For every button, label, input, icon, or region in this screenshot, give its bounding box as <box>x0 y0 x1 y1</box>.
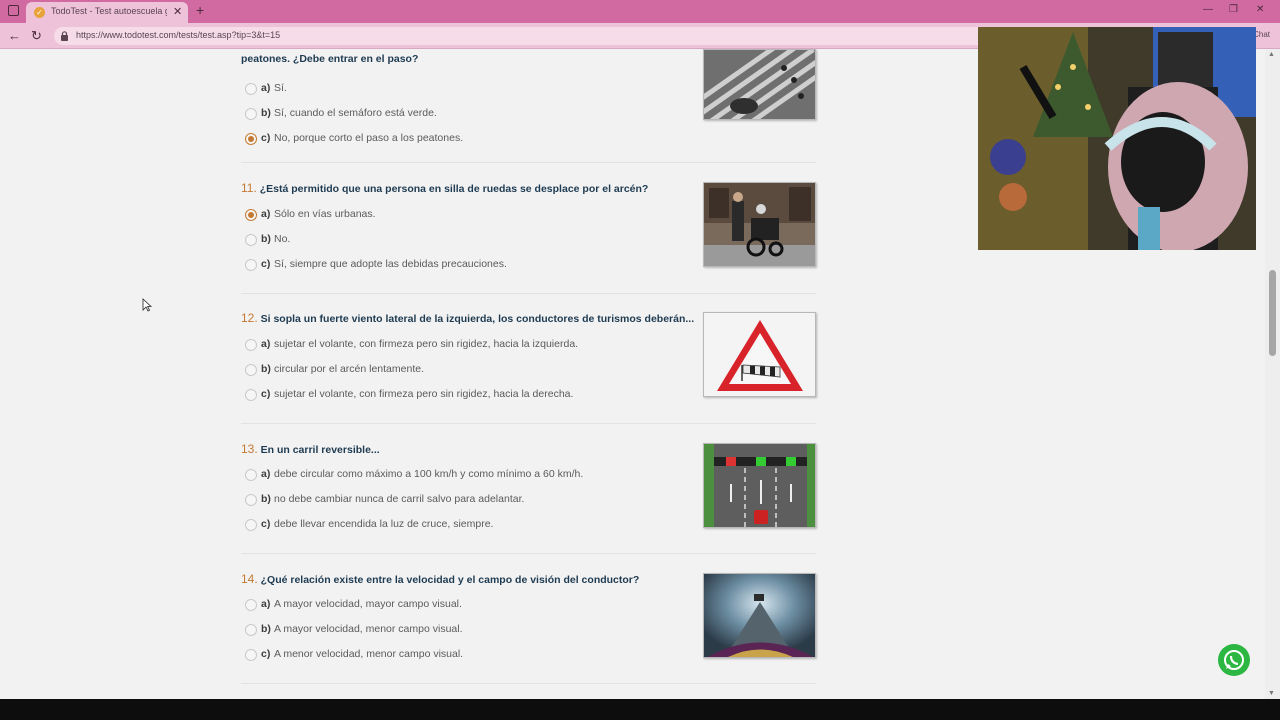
question-number: 13. <box>241 442 258 456</box>
pedestrian-crossing-image <box>703 49 816 120</box>
answer-text: Sólo en vías urbanas. <box>274 208 376 220</box>
radio-button-selected[interactable] <box>245 133 257 145</box>
divider <box>241 162 816 163</box>
crosswind-sign-image <box>703 312 816 397</box>
answer-text: circular por el arcén lentamente. <box>274 363 424 375</box>
divider <box>241 553 816 554</box>
answer-letter: b) <box>261 363 271 375</box>
radio-button[interactable] <box>245 339 257 351</box>
radio-button[interactable] <box>245 83 257 95</box>
answer-text: No. <box>274 233 291 245</box>
answer-text: sujetar el volante, con firmeza pero sin… <box>274 338 579 350</box>
new-tab-button[interactable]: + <box>196 2 204 18</box>
answer-text: Sí. <box>274 82 287 94</box>
browser-tab[interactable]: ✓ TodoTest - Test autoescuela gratis ✕ <box>26 2 188 23</box>
answer-text: Sí, cuando el semáforo está verde. <box>274 107 437 119</box>
answer-letter: b) <box>261 107 271 119</box>
question-text: Si sopla un fuerte viento lateral de la … <box>260 313 695 325</box>
scroll-thumb[interactable] <box>1269 270 1276 356</box>
radio-button[interactable] <box>245 649 257 661</box>
radio-button[interactable] <box>245 624 257 636</box>
question-heading: 14. ¿Qué relación existe entre la veloci… <box>241 572 639 586</box>
webcam-overlay <box>978 27 1256 250</box>
url-text: https://www.todotest.com/tests/test.asp?… <box>76 30 281 40</box>
answer-letter: a) <box>261 82 271 94</box>
scroll-up-arrow-icon[interactable]: ▲ <box>1268 51 1275 58</box>
answer-text: Sí, siempre que adopte las debidas preca… <box>274 258 507 270</box>
radio-button[interactable] <box>245 389 257 401</box>
answer-text: A mayor velocidad, mayor campo visual. <box>274 598 462 610</box>
question-number: 11. <box>241 181 257 195</box>
close-tab-icon[interactable]: ✕ <box>173 5 182 18</box>
divider <box>241 293 816 294</box>
answer-letter: c) <box>261 648 271 660</box>
bottom-bar <box>0 699 1280 720</box>
question-text: ¿Qué relación existe entre la velocidad … <box>260 574 640 586</box>
radio-button[interactable] <box>245 259 257 271</box>
whatsapp-icon[interactable] <box>1218 644 1250 676</box>
answer-letter: b) <box>261 493 271 505</box>
radio-button[interactable] <box>245 108 257 120</box>
answer-letter: a) <box>261 598 271 610</box>
answer-text: no debe cambiar nunca de carril salvo pa… <box>274 493 525 505</box>
vertical-scrollbar[interactable]: ▲ ▼ <box>1265 49 1280 699</box>
reload-icon[interactable]: ↻ <box>31 28 42 44</box>
answer-text: A menor velocidad, menor campo visual. <box>274 648 464 660</box>
favicon-icon: ✓ <box>34 7 45 18</box>
mouse-cursor-icon <box>142 298 152 312</box>
answer-letter: c) <box>261 258 271 270</box>
answer-letter: a) <box>261 208 271 220</box>
question-heading: 12. Si sopla un fuerte viento lateral de… <box>241 311 694 325</box>
answer-letter: c) <box>261 388 271 400</box>
answer-letter: c) <box>261 518 271 530</box>
window-icon[interactable] <box>8 5 19 16</box>
lock-icon <box>61 31 68 41</box>
question-heading: 13. En un carril reversible... <box>241 442 380 456</box>
radio-button[interactable] <box>245 234 257 246</box>
answer-text: No, porque corto el paso a los peatones. <box>274 132 464 144</box>
tab-strip: ✓ TodoTest - Test autoescuela gratis ✕ +… <box>0 0 1280 23</box>
reversible-lane-image <box>703 443 816 528</box>
wheelchair-image <box>703 182 816 267</box>
url-field[interactable]: https://www.todotest.com/tests/test.asp?… <box>54 27 1014 45</box>
minimize-icon[interactable]: — <box>1203 4 1213 15</box>
question-text: ¿Está permitido que una persona en silla… <box>259 183 649 195</box>
answer-text: debe llevar encendida la luz de cruce, s… <box>274 518 494 530</box>
speed-vision-image <box>703 573 816 658</box>
radio-button-selected[interactable] <box>245 209 257 221</box>
restore-icon[interactable]: ❐ <box>1229 4 1238 15</box>
question-text: En un carril reversible... <box>260 444 380 456</box>
answer-text: A mayor velocidad, menor campo visual. <box>274 623 463 635</box>
radio-button[interactable] <box>245 519 257 531</box>
answer-letter: c) <box>261 132 271 144</box>
radio-button[interactable] <box>245 364 257 376</box>
answer-letter: a) <box>261 468 271 480</box>
question-number: 14. <box>241 572 258 586</box>
answer-text: debe circular como máximo a 100 km/h y c… <box>274 468 584 480</box>
divider <box>241 683 816 684</box>
answer-letter: b) <box>261 233 271 245</box>
close-window-icon[interactable]: ✕ <box>1256 4 1264 15</box>
radio-button[interactable] <box>245 599 257 611</box>
divider <box>241 423 816 424</box>
radio-button[interactable] <box>245 494 257 506</box>
tab-title: TodoTest - Test autoescuela gratis <box>51 6 167 16</box>
question-number: 12. <box>241 311 258 325</box>
question-text: peatones. ¿Debe entrar en el paso? <box>241 53 419 65</box>
scroll-down-arrow-icon[interactable]: ▼ <box>1268 690 1275 697</box>
question-heading: 11. ¿Está permitido que una persona en s… <box>241 181 648 195</box>
browser-window: ✓ TodoTest - Test autoescuela gratis ✕ +… <box>0 0 1280 720</box>
radio-button[interactable] <box>245 469 257 481</box>
answer-letter: a) <box>261 338 271 350</box>
back-arrow-icon[interactable]: ← <box>8 28 21 43</box>
answer-letter: b) <box>261 623 271 635</box>
answer-text: sujetar el volante, con firmeza pero sin… <box>274 388 574 400</box>
